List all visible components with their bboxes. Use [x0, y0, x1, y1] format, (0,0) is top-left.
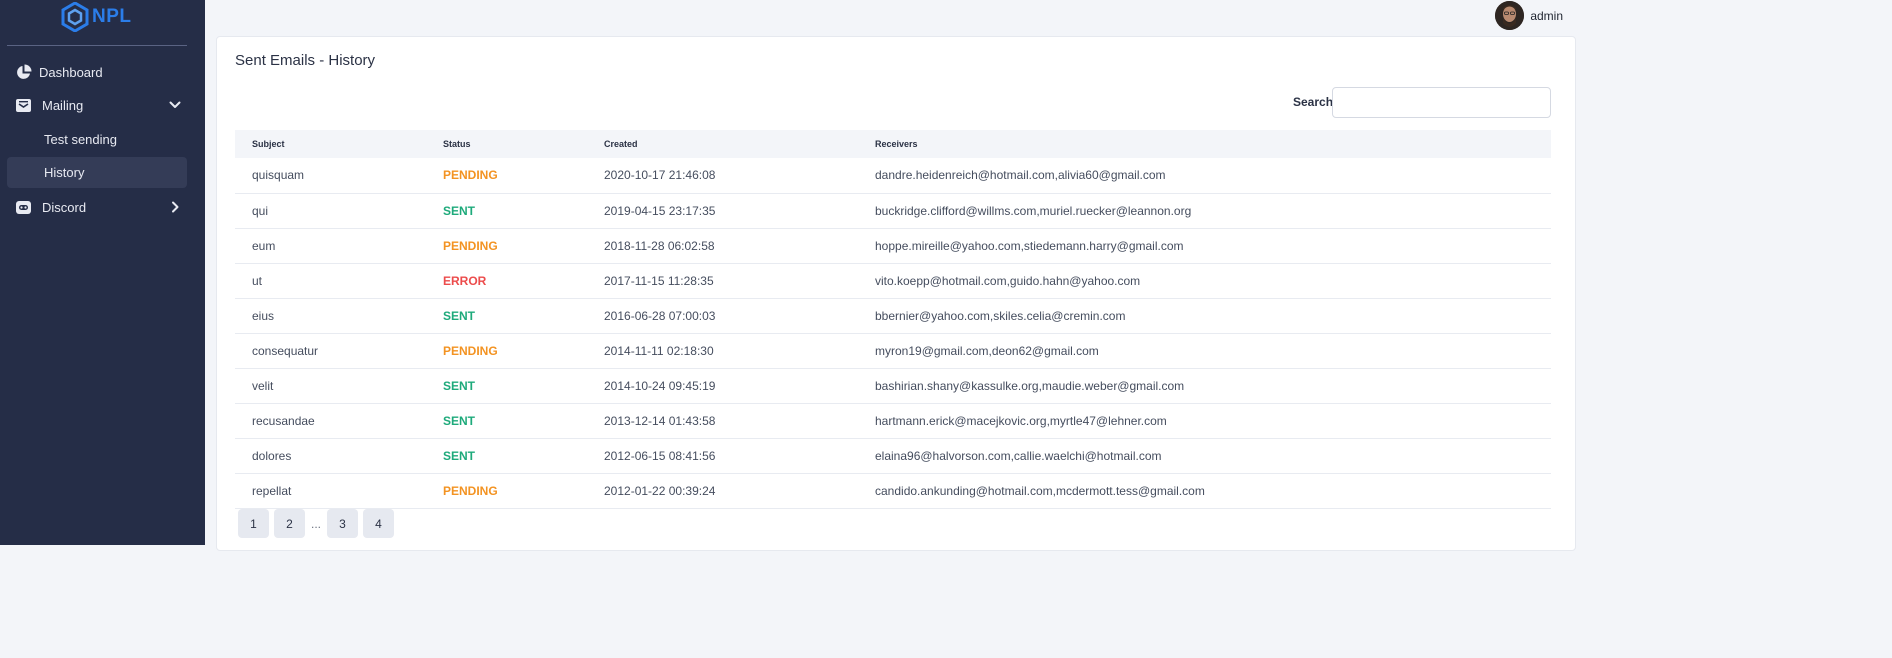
table-row[interactable]: recusandae SENT 2013-12-14 01:43:58 hartman… [235, 403, 1551, 439]
table-body: quisquam PENDING 2020-10-17 21:46:08 dandre… [235, 158, 1551, 509]
cell-receivers: hoppe.mireille@yahoo.com,stiedemann.harr… [858, 228, 1551, 264]
table-row[interactable]: qui SENT 2019-04-15 23:17:35 buckridge.clif… [235, 193, 1551, 229]
cell-created: 2014-10-24 09:45:19 [587, 368, 858, 404]
sidebar-item-label: Discord [42, 200, 87, 215]
cell-status: SENT [426, 403, 587, 439]
sidebar-divider [7, 45, 187, 46]
page-button-2[interactable]: 2 [274, 509, 305, 538]
cell-status: PENDING [426, 473, 587, 509]
sidebar-subitem-history[interactable]: History [7, 157, 187, 188]
cell-subject: ut [235, 263, 426, 299]
column-header-receivers[interactable]: Receivers [858, 130, 1551, 158]
cell-created: 2014-11-11 02:18:30 [587, 333, 858, 369]
user-menu[interactable]: admin [1495, 0, 1568, 31]
discord-icon [16, 201, 31, 214]
brand-logo[interactable]: NPL [61, 0, 132, 34]
column-header-subject[interactable]: Subject [235, 130, 426, 158]
sidebar: NPL Dashboard Mailing Test sending Histo… [0, 0, 205, 545]
cell-subject: eius [235, 298, 426, 334]
pagination-ellipsis: ... [310, 516, 321, 531]
emails-table: Subject Status Created Receivers quisqua… [235, 130, 1551, 509]
user-avatar-icon [1495, 1, 1525, 30]
cell-subject: quisquam [235, 158, 426, 194]
cell-created: 2017-11-15 11:28:35 [587, 263, 858, 299]
brand-name: NPL [92, 6, 132, 27]
cell-status: PENDING [426, 228, 587, 264]
cell-status: SENT [426, 438, 587, 474]
cell-receivers: candido.ankunding@hotmail.com,mcdermott.… [858, 473, 1551, 509]
cell-subject: velit [235, 368, 426, 404]
cell-receivers: bbernier@yahoo.com,skiles.celia@cremin.c… [858, 298, 1551, 334]
sidebar-item-label: Mailing [42, 98, 84, 113]
cell-receivers: elaina96@halvorson.com,callie.waelchi@ho… [858, 438, 1551, 474]
cell-receivers: buckridge.clifford@willms.com,muriel.rue… [858, 193, 1551, 229]
table-row[interactable]: velit SENT 2014-10-24 09:45:19 bashirian.sh… [235, 368, 1551, 404]
cell-created: 2012-06-15 08:41:56 [587, 438, 858, 474]
hexagon-logo-icon [61, 2, 89, 32]
mail-inbox-icon [16, 99, 31, 112]
avatar [1495, 1, 1525, 30]
cell-status: SENT [426, 368, 587, 404]
column-header-status[interactable]: Status [426, 130, 587, 158]
cell-receivers: hartmann.erick@macejkovic.org,myrtle47@l… [858, 403, 1551, 439]
cell-subject: qui [235, 193, 426, 229]
sidebar-item-discord[interactable]: Discord [7, 192, 187, 223]
cell-receivers: myron19@gmail.com,deon62@gmail.com [858, 333, 1551, 369]
search-input[interactable] [1332, 87, 1551, 118]
cell-receivers: bashirian.shany@kassulke.org,maudie.webe… [858, 368, 1551, 404]
cell-status: PENDING [426, 333, 587, 369]
page-button-3[interactable]: 3 [327, 509, 358, 538]
cell-subject: recusandae [235, 403, 426, 439]
table-row[interactable]: repellat PENDING 2012-01-22 00:39:24 candid… [235, 473, 1551, 509]
table-row[interactable]: ut ERROR 2017-11-15 11:28:35 vito.koepp@hot… [235, 263, 1551, 299]
cell-subject: consequatur [235, 333, 426, 369]
sidebar-subitem-label: Test sending [44, 132, 117, 147]
cell-status: SENT [426, 193, 587, 229]
sidebar-subitem-label: History [44, 165, 85, 180]
cell-created: 2019-04-15 23:17:35 [587, 193, 858, 229]
app-root: NPL Dashboard Mailing Test sending Histo… [0, 0, 1576, 551]
table-row[interactable]: eius SENT 2016-06-28 07:00:03 bbernier@yaho… [235, 298, 1551, 334]
cell-status: SENT [426, 298, 587, 334]
cell-created: 2013-12-14 01:43:58 [587, 403, 858, 439]
table-row[interactable]: quisquam PENDING 2020-10-17 21:46:08 dandre… [235, 158, 1551, 194]
cell-subject: dolores [235, 438, 426, 474]
cell-subject: eum [235, 228, 426, 264]
table-header-row: Subject Status Created Receivers [235, 130, 1551, 158]
search-label: Search [1293, 95, 1334, 109]
chevron-right-icon [172, 201, 179, 213]
cell-status: ERROR [426, 263, 587, 299]
cell-created: 2016-06-28 07:00:03 [587, 298, 858, 334]
history-card: Sent Emails - History Search Subject Sta… [216, 36, 1576, 551]
page-title: Sent Emails - History [235, 52, 376, 69]
cell-status: PENDING [426, 158, 587, 194]
page-button-4[interactable]: 4 [363, 509, 394, 538]
sidebar-item-label: Dashboard [39, 65, 103, 80]
user-name: admin [1530, 8, 1563, 23]
pagination: 1 2 ... 3 4 [238, 509, 394, 538]
sidebar-subitem-test-sending[interactable]: Test sending [7, 124, 187, 155]
sidebar-item-mailing[interactable]: Mailing [7, 90, 187, 121]
table-row[interactable]: dolores SENT 2012-06-15 08:41:56 elaina96@h… [235, 438, 1551, 474]
cell-created: 2020-10-17 21:46:08 [587, 158, 858, 194]
column-header-created[interactable]: Created [587, 130, 858, 158]
pie-chart-icon [17, 64, 32, 79]
cell-receivers: dandre.heidenreich@hotmail.com,alivia60@… [858, 158, 1551, 194]
cell-created: 2012-01-22 00:39:24 [587, 473, 858, 509]
page-button-1[interactable]: 1 [238, 509, 269, 538]
chevron-down-icon [169, 101, 181, 108]
cell-subject: repellat [235, 473, 426, 509]
cell-created: 2018-11-28 06:02:58 [587, 228, 858, 264]
table-row[interactable]: eum PENDING 2018-11-28 06:02:58 hoppe.mirei… [235, 228, 1551, 264]
sidebar-item-dashboard[interactable]: Dashboard [7, 57, 187, 88]
table-row[interactable]: consequatur PENDING 2014-11-11 02:18:30 myr… [235, 333, 1551, 369]
cell-receivers: vito.koepp@hotmail.com,guido.hahn@yahoo.… [858, 263, 1551, 299]
